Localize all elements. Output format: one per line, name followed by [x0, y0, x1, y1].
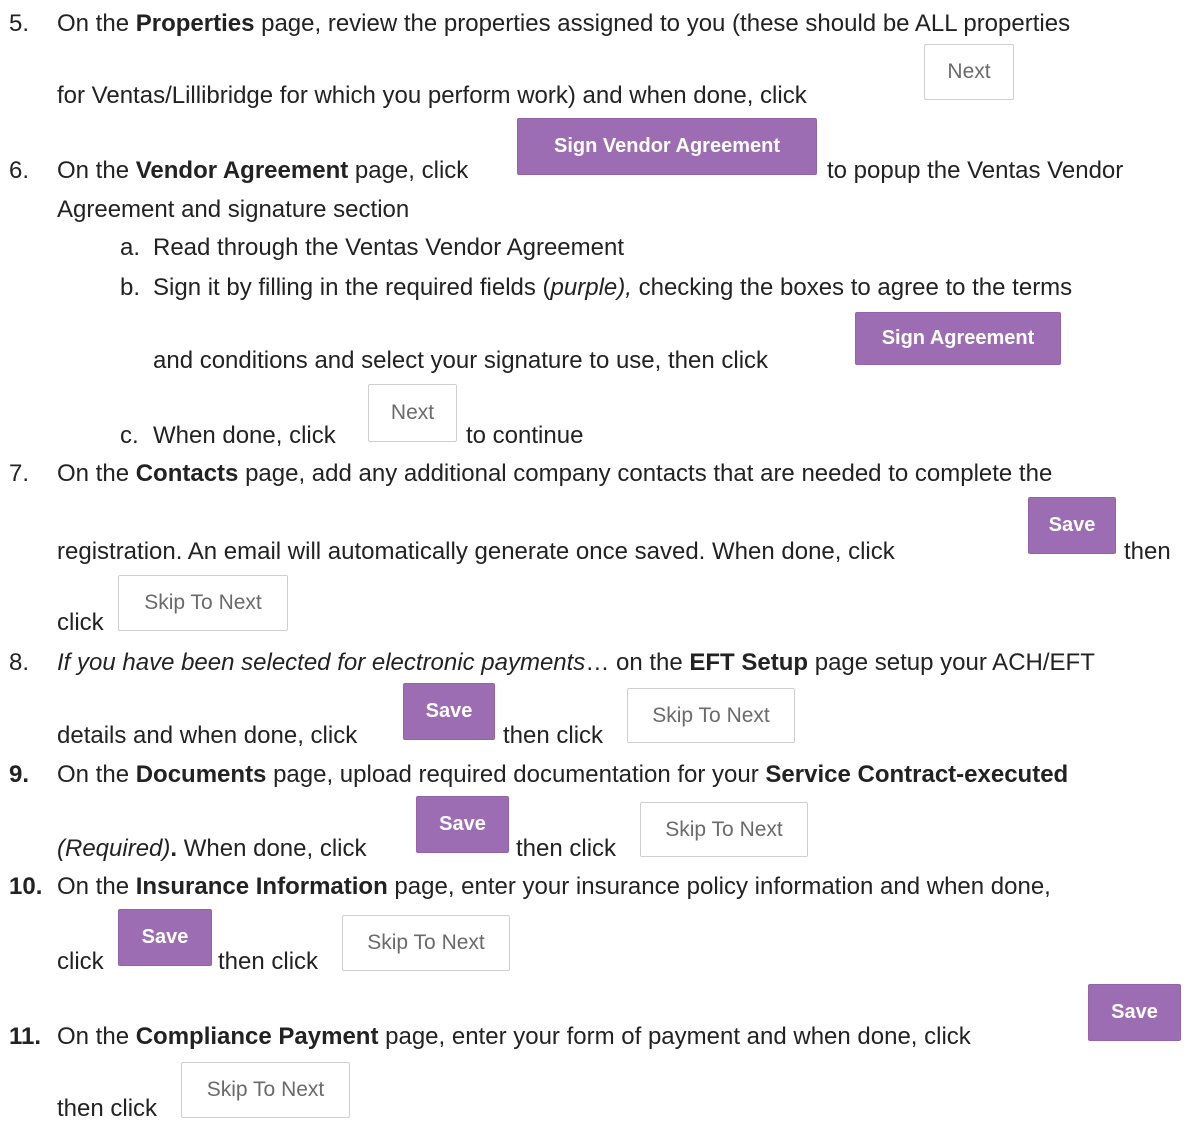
step-number: 6. — [9, 157, 30, 184]
save-button[interactable]: Save — [403, 683, 495, 740]
next-button[interactable]: Next — [924, 44, 1014, 100]
step-6b-line-2: and conditions and select your signature… — [153, 347, 769, 374]
step-9-line-2: (Required). When done, click — [57, 835, 367, 862]
skip-to-next-button[interactable]: Skip To Next — [118, 575, 288, 631]
step-number: 11. — [9, 1023, 42, 1050]
save-button[interactable]: Save — [118, 909, 212, 966]
sign-agreement-button[interactable]: Sign Agreement — [855, 312, 1061, 365]
sub-step-marker: c. — [120, 422, 139, 449]
step-7-line-2: registration. An email will automaticall… — [57, 538, 895, 565]
skip-to-next-button[interactable]: Skip To Next — [342, 915, 510, 971]
step-9-line-2-tail: then click — [516, 835, 617, 862]
step-8-line-2: details and when done, click — [57, 722, 358, 749]
save-button[interactable]: Save — [416, 796, 509, 853]
step-10-line-1: On the Insurance Information page, enter… — [57, 873, 1051, 900]
step-6a-text: Read through the Ventas Vendor Agreement — [153, 234, 625, 261]
step-9-line-1: On the Documents page, upload required d… — [57, 761, 1069, 788]
step-6c-text-b: to continue — [466, 422, 584, 449]
step-number: 8. — [9, 649, 30, 676]
skip-to-next-button[interactable]: Skip To Next — [181, 1062, 350, 1118]
step-number: 10. — [9, 873, 43, 900]
step-10-line-2: click — [57, 948, 104, 975]
sub-step-marker: b. — [120, 274, 141, 301]
step-11-line-2: then click — [57, 1095, 158, 1122]
sub-step-marker: a. — [120, 234, 141, 261]
step-5-line-1: On the Properties page, review the prope… — [57, 10, 1071, 37]
step-6-line-1: On the Vendor Agreement page, click — [57, 157, 469, 184]
save-button[interactable]: Save — [1028, 497, 1116, 554]
step-8-line-2-tail: then click — [503, 722, 604, 749]
step-10-line-2-tail: then click — [218, 948, 319, 975]
skip-to-next-button[interactable]: Skip To Next — [627, 688, 795, 743]
next-button[interactable]: Next — [368, 384, 457, 442]
step-6-line-1-tail: to popup the Ventas Vendor — [827, 157, 1124, 184]
skip-to-next-button[interactable]: Skip To Next — [640, 802, 808, 857]
sign-vendor-agreement-button[interactable]: Sign Vendor Agreement — [517, 118, 817, 175]
step-6c-text-a: When done, click — [153, 422, 336, 449]
step-7-line-2-tail: then — [1124, 538, 1171, 565]
step-8-line-1: If you have been selected for electronic… — [57, 649, 1095, 676]
step-7-line-1: On the Contacts page, add any additional… — [57, 460, 1053, 487]
step-number: 9. — [9, 761, 30, 788]
step-number: 5. — [9, 10, 30, 37]
step-7-line-3: click — [57, 609, 104, 636]
step-6-line-2: Agreement and signature section — [57, 196, 410, 223]
step-11-line-1: On the Compliance Payment page, enter yo… — [57, 1023, 971, 1050]
step-6b-line-1: Sign it by filling in the required field… — [153, 274, 1073, 301]
save-button[interactable]: Save — [1088, 984, 1181, 1041]
step-number: 7. — [9, 460, 30, 487]
step-5-line-2: for Ventas/Lillibridge for which you per… — [57, 82, 807, 109]
